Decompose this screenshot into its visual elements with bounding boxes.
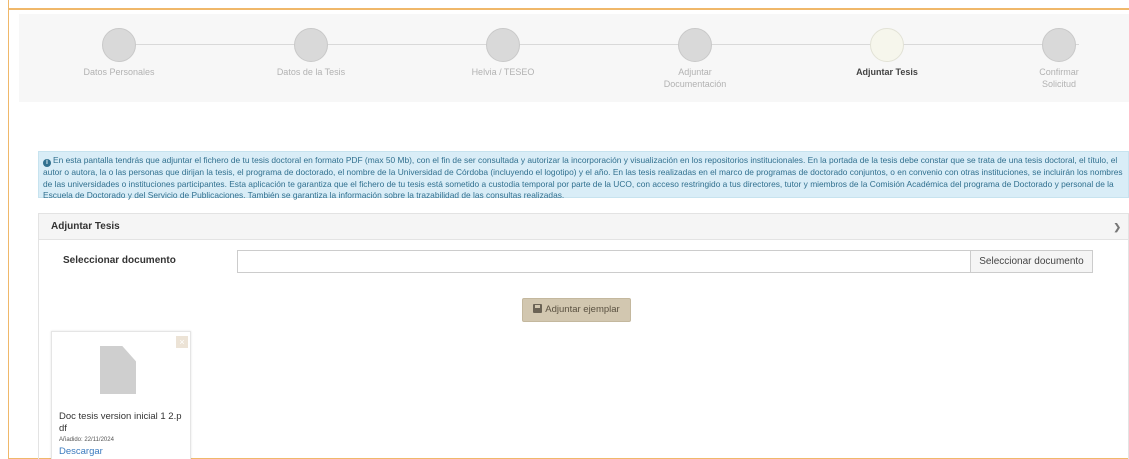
attach-copy-button[interactable]: Adjuntar ejemplar: [522, 298, 631, 322]
file-name: Doc tesis version inicial 1 2.pdf: [59, 411, 182, 434]
wizard-step-datos-personales[interactable]: Datos Personales: [29, 28, 209, 78]
file-thumbnail: ×: [52, 332, 190, 406]
step-label: Adjuntar Tesis: [856, 67, 918, 77]
step-label: Confirmar Solicitud: [1039, 67, 1079, 89]
remove-file-button[interactable]: ×: [176, 336, 188, 348]
step-circle: [870, 28, 904, 62]
step-circle: [1042, 28, 1076, 62]
uploaded-file-card: × Doc tesis version inicial 1 2.pdf Añad…: [51, 331, 191, 459]
file-date: Añadido: 22/11/2024: [59, 437, 114, 443]
wizard-step-confirmar-solicitud[interactable]: Confirmar Solicitud: [969, 28, 1129, 90]
panel-header[interactable]: Adjuntar Tesis ❯: [39, 214, 1128, 240]
panel-title: Adjuntar Tesis: [51, 221, 120, 232]
info-text: En esta pantalla tendrás que adjuntar el…: [43, 155, 1123, 200]
wizard-step-helvia-teseo[interactable]: Helvia / TESEO: [413, 28, 593, 78]
step-circle: [294, 28, 328, 62]
step-circle: [486, 28, 520, 62]
document-path-input[interactable]: [237, 250, 970, 273]
step-circle: [678, 28, 712, 62]
document-icon: [100, 346, 136, 394]
step-circle: [102, 28, 136, 62]
attach-button-label: Adjuntar ejemplar: [545, 304, 620, 315]
chevron-down-icon[interactable]: ❯: [1113, 214, 1121, 240]
save-icon: [533, 304, 543, 313]
info-circle-icon: i: [43, 159, 51, 167]
wizard-step-adjuntar-tesis[interactable]: Adjuntar Tesis: [797, 28, 977, 78]
adjuntar-tesis-panel: Adjuntar Tesis ❯ Seleccionar documento S…: [38, 213, 1129, 459]
progress-wizard: Datos Personales Datos de la Tesis Helvi…: [19, 14, 1129, 102]
select-document-button[interactable]: Seleccionar documento: [970, 250, 1093, 273]
download-link[interactable]: Descargar: [59, 446, 103, 457]
info-alert: i En esta pantalla tendrás que adjuntar e…: [38, 151, 1129, 200]
step-label: Adjuntar Documentación: [663, 67, 727, 89]
page-frame-top-border: [8, 8, 1129, 10]
step-label: Datos de la Tesis: [276, 67, 346, 77]
wizard-step-adjuntar-documentacion[interactable]: Adjuntar Documentación: [605, 28, 785, 90]
step-label: Helvia / TESEO: [471, 67, 535, 77]
select-document-label: Seleccionar documento: [63, 255, 176, 266]
page-frame-left-border: [8, 0, 9, 459]
wizard-step-datos-tesis[interactable]: Datos de la Tesis: [221, 28, 401, 78]
step-label: Datos Personales: [83, 67, 155, 77]
